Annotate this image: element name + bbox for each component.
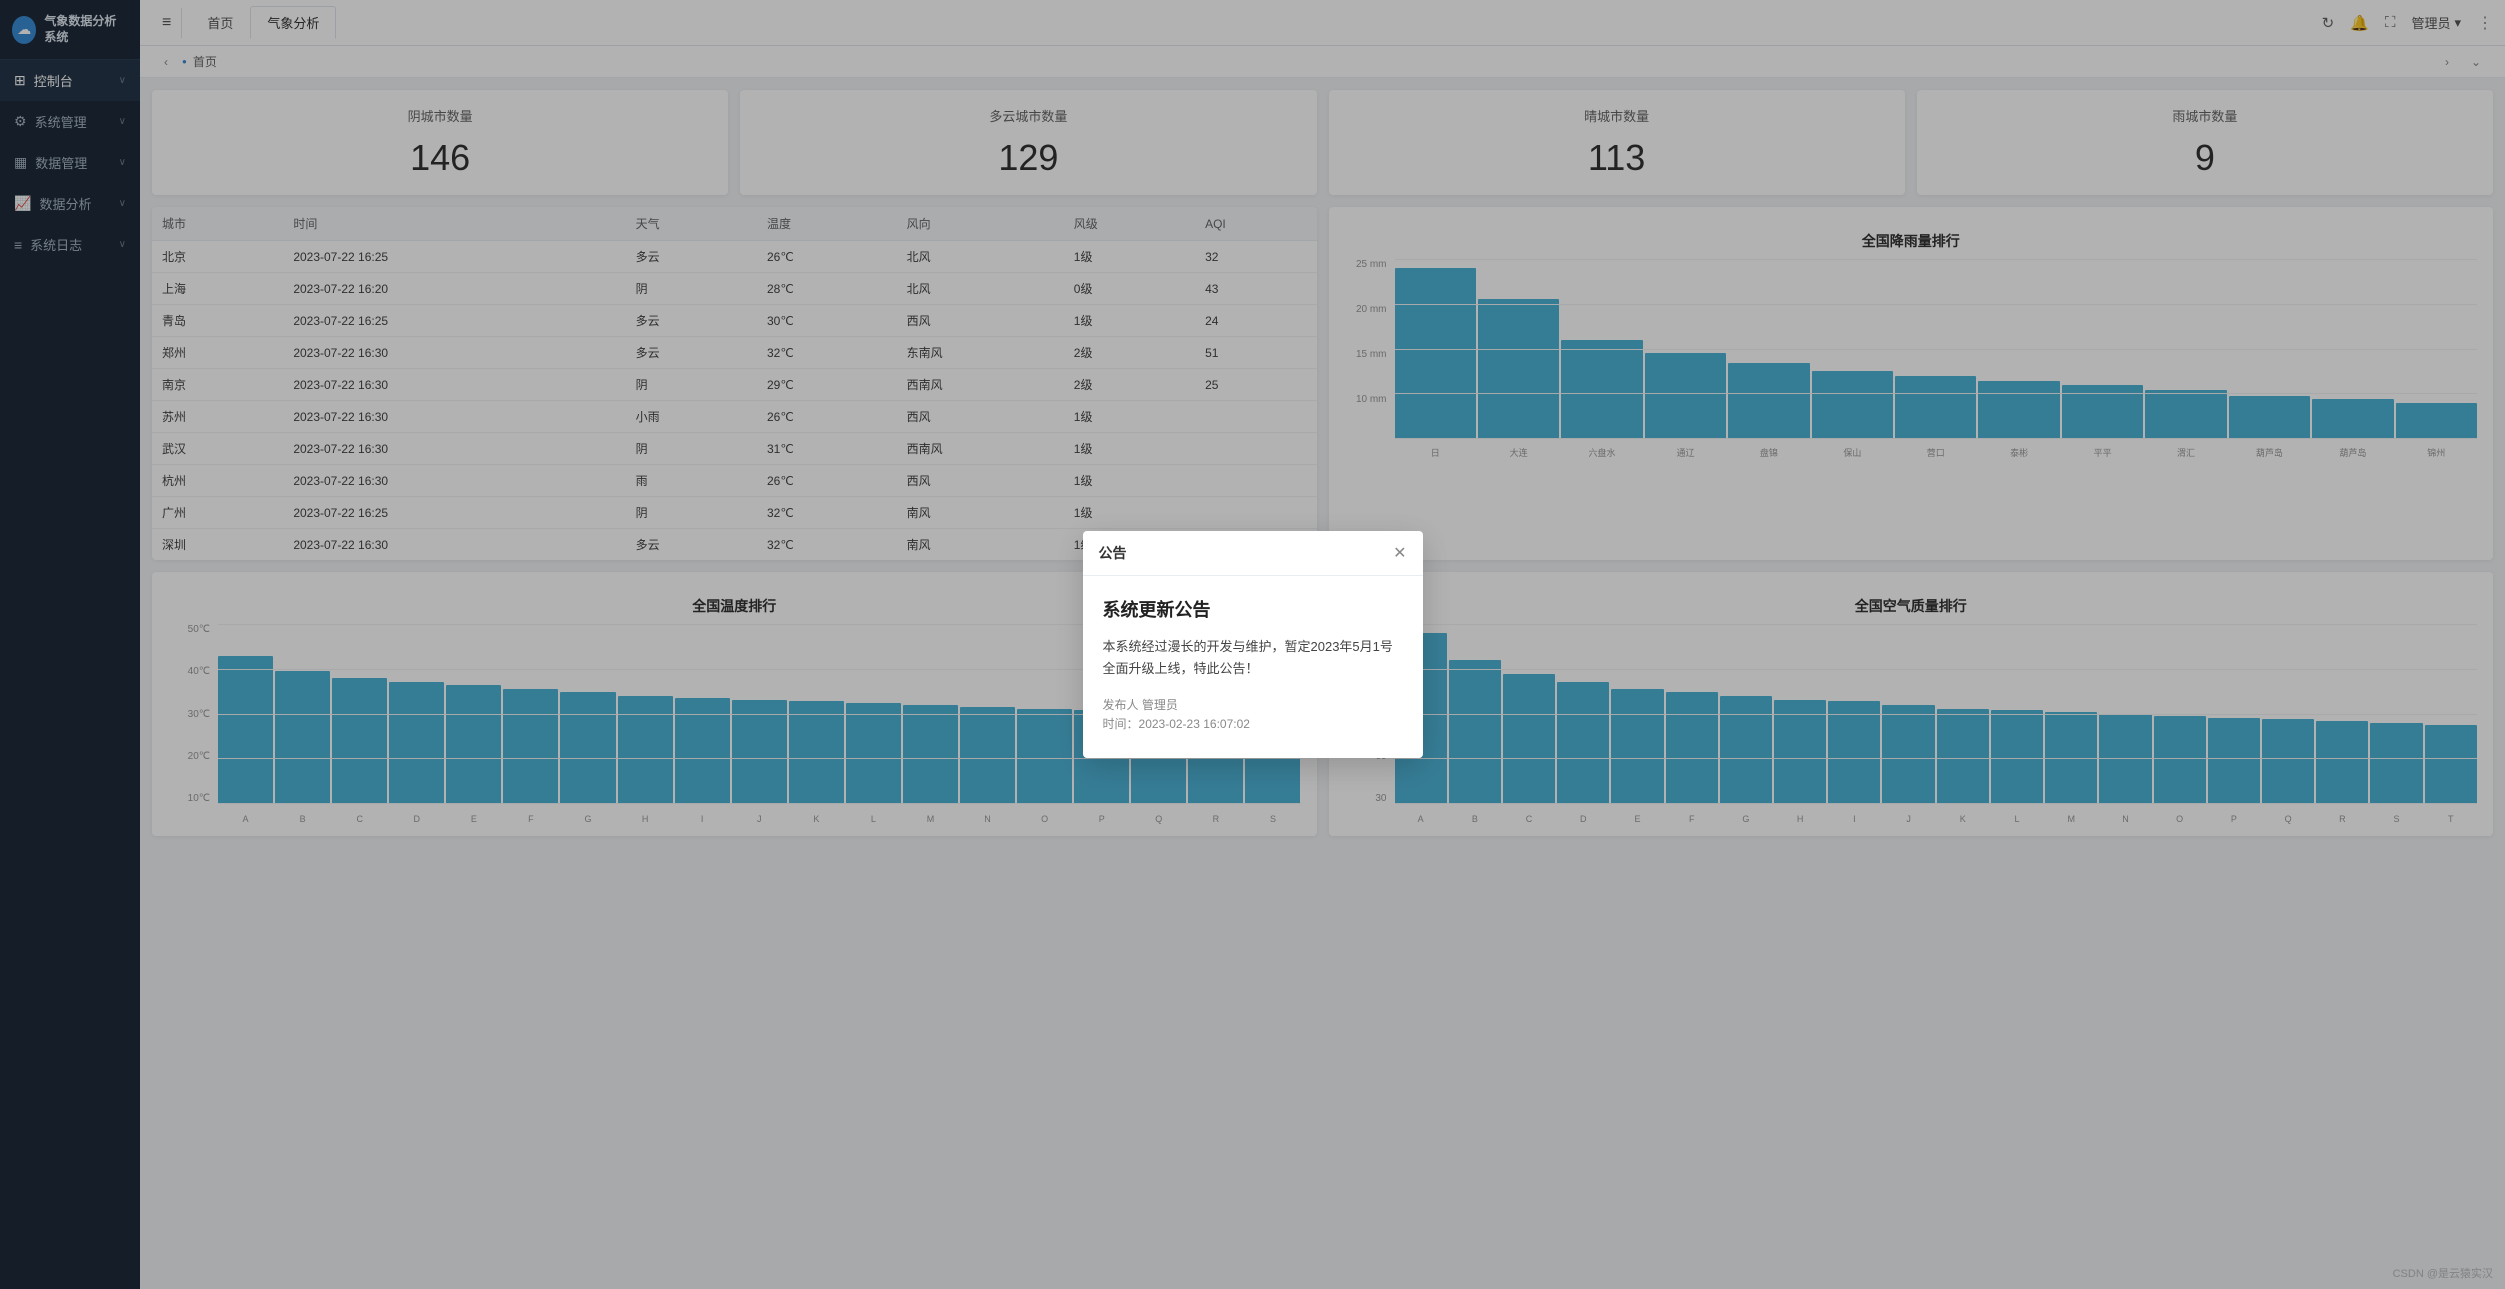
modal-time-value: 2023-02-23 16:07:02 <box>1139 717 1250 731</box>
modal-announce-body: 本系统经过漫长的开发与维护，暂定2023年5月1号全面升级上线，特此公告！ <box>1103 636 1403 680</box>
modal: 公告 ✕ 系统更新公告 本系统经过漫长的开发与维护，暂定2023年5月1号全面升… <box>1083 531 1423 759</box>
modal-footer: 发布人 管理员 时间：2023-02-23 16:07:02 <box>1103 696 1403 734</box>
modal-announce-title: 系统更新公告 <box>1103 596 1403 622</box>
modal-time: 时间：2023-02-23 16:07:02 <box>1103 715 1403 734</box>
modal-body: 系统更新公告 本系统经过漫长的开发与维护，暂定2023年5月1号全面升级上线，特… <box>1083 576 1423 759</box>
modal-time-label: 时间： <box>1103 717 1139 731</box>
modal-publisher: 发布人 管理员 <box>1103 696 1403 715</box>
modal-header: 公告 ✕ <box>1083 531 1423 576</box>
modal-close-button[interactable]: ✕ <box>1393 543 1406 563</box>
modal-overlay[interactable]: 公告 ✕ 系统更新公告 本系统经过漫长的开发与维护，暂定2023年5月1号全面升… <box>0 0 2505 1289</box>
modal-header-title: 公告 <box>1099 543 1127 563</box>
